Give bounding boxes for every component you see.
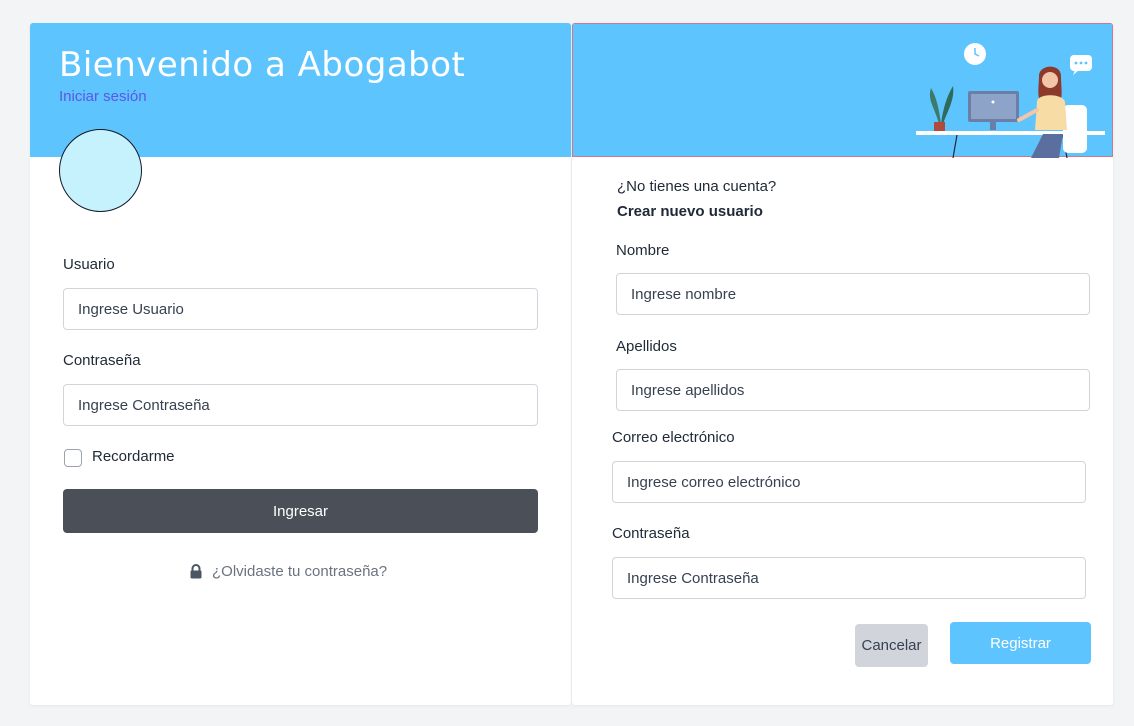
name-label: Nombre (616, 242, 670, 259)
signup-password-input[interactable] (612, 557, 1086, 599)
remember-label: Recordarme (92, 448, 175, 465)
username-label: Usuario (63, 256, 115, 273)
signup-question: ¿No tienes una cuenta? (617, 178, 777, 195)
create-user-link[interactable]: Crear nuevo usuario (617, 203, 763, 220)
username-input[interactable] (63, 288, 538, 330)
lastname-input[interactable] (616, 369, 1090, 411)
signup-card: ¿No tienes una cuenta? Crear nuevo usuar… (572, 23, 1113, 705)
register-button[interactable]: Registrar (950, 622, 1091, 664)
name-input[interactable] (616, 273, 1090, 315)
email-label: Correo electrónico (612, 429, 735, 446)
cancel-button[interactable]: Cancelar (855, 624, 928, 667)
password-label: Contraseña (63, 352, 141, 369)
lastname-label: Apellidos (616, 338, 677, 355)
password-input[interactable] (63, 384, 538, 426)
forgot-password-text: ¿Olvidaste tu contraseña? (212, 563, 388, 580)
login-subtitle: Iniciar sesión (59, 88, 147, 105)
welcome-title: Bienvenido a Abogabot (59, 45, 466, 85)
login-card: Bienvenido a Abogabot Iniciar sesión Usu… (30, 23, 571, 705)
signup-password-label: Contraseña (612, 525, 690, 542)
signup-header (572, 23, 1113, 158)
remember-checkbox[interactable] (64, 449, 82, 467)
email-input[interactable] (612, 461, 1086, 503)
avatar (59, 129, 142, 212)
office-worker-illustration (916, 43, 1105, 158)
login-button[interactable]: Ingresar (63, 489, 538, 533)
forgot-password-link[interactable]: ¿Olvidaste tu contraseña? (189, 563, 387, 580)
lock-icon (189, 564, 203, 579)
